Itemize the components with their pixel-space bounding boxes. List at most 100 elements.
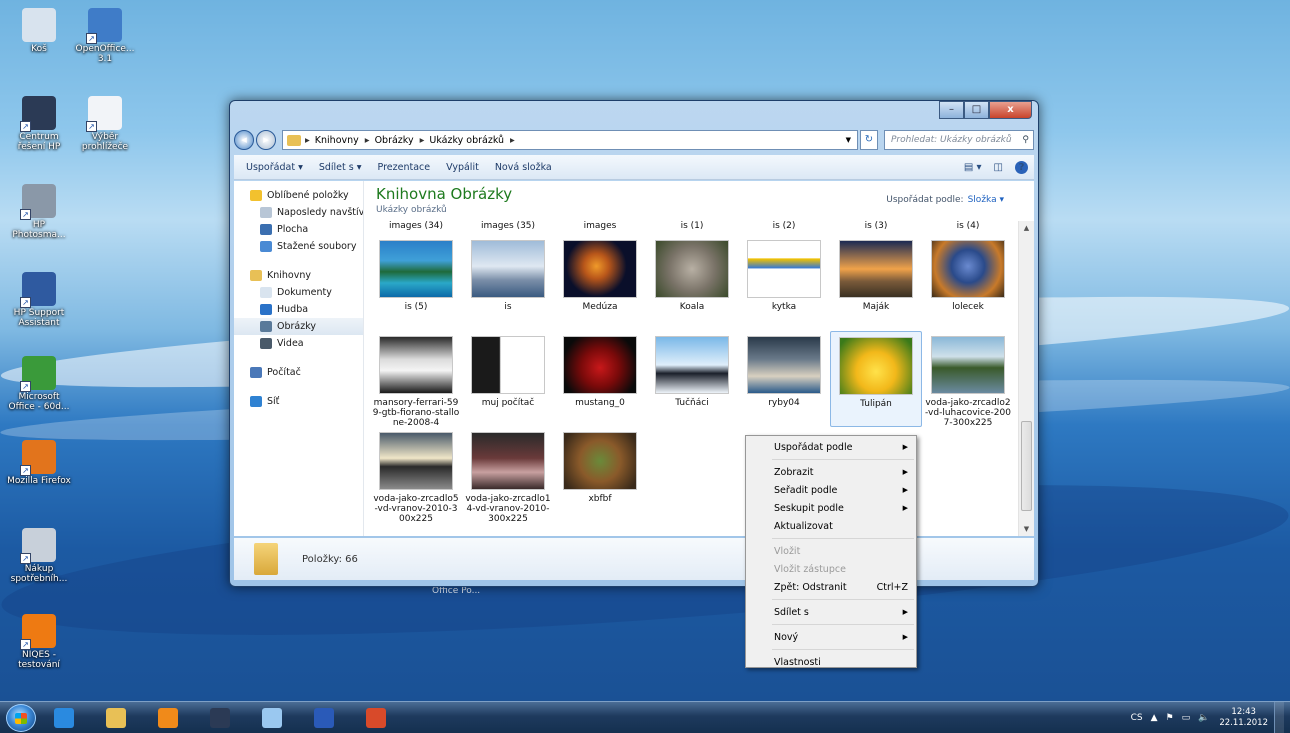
thumbnail-item[interactable]: kytka bbox=[738, 235, 830, 331]
desktop-icon-niqes[interactable]: ↗ NIQES - testování bbox=[6, 614, 72, 670]
slideshow-button[interactable]: Prezentace bbox=[370, 162, 439, 173]
thumbnail-item[interactable]: ryby04 bbox=[738, 331, 830, 427]
menu-item[interactable]: Nový ▶ bbox=[746, 628, 916, 646]
nav-item-desktop[interactable]: Plocha bbox=[234, 221, 363, 238]
nav-item-recent-places[interactable]: Naposledy navštívené bbox=[234, 204, 363, 221]
breadcrumb-separator[interactable]: ▸ bbox=[510, 135, 515, 146]
preview-pane-icon[interactable]: ◫ bbox=[994, 162, 1003, 173]
thumbnail-item[interactable]: voda-jako-zrcadlo2-vd-luhacovice-2007-30… bbox=[922, 331, 1014, 428]
forward-button[interactable]: ▸ bbox=[256, 130, 276, 150]
chevron-down-icon[interactable]: ▼ bbox=[846, 136, 851, 144]
desktop-icon-printer[interactable]: ↗ Nákup spotřebníh... bbox=[6, 528, 72, 584]
menu-item[interactable]: Seskupit podle ▶ bbox=[746, 499, 916, 517]
scroll-down-arrow-icon[interactable]: ▼ bbox=[1019, 522, 1034, 536]
nav-item-music[interactable]: Hudba bbox=[234, 301, 363, 318]
menu-item[interactable]: Zobrazit ▶ bbox=[746, 463, 916, 481]
library-title: Knihovna Obrázky bbox=[376, 185, 513, 203]
refresh-button[interactable]: ↻ bbox=[860, 130, 878, 150]
minimize-button[interactable]: – bbox=[939, 101, 964, 119]
thumbnail-item[interactable]: voda-jako-zrcadlo14-vd-vranov-2010-300x2… bbox=[462, 427, 554, 524]
maximize-button[interactable]: □ bbox=[964, 101, 989, 119]
thumbnail-item[interactable]: is bbox=[462, 235, 554, 331]
share-with-button[interactable]: Sdílet s ▾ bbox=[311, 162, 370, 173]
help-icon[interactable]: ? bbox=[1015, 160, 1028, 174]
desktop-icon-hp-support[interactable]: ↗ HP Support Assistant bbox=[6, 272, 72, 328]
menu-item[interactable]: Aktualizovat bbox=[746, 517, 916, 535]
desktop-icon-recycle-bin[interactable]: Koš bbox=[6, 8, 72, 54]
taskbar-paint[interactable] bbox=[252, 704, 292, 732]
library-subtitle: Ukázky obrázků bbox=[376, 205, 447, 215]
thumbnail-item[interactable]: Tulipán bbox=[830, 331, 922, 427]
taskbar-word[interactable] bbox=[304, 704, 344, 732]
back-button[interactable]: ◂ bbox=[234, 130, 254, 150]
thumbnail-caption: ryby04 bbox=[768, 398, 800, 408]
menu-item[interactable]: Zpět: Odstranit Ctrl+Z bbox=[746, 578, 916, 596]
thumbnail-item[interactable]: voda-jako-zrcadlo5-vd-vranov-2010-300x22… bbox=[370, 427, 462, 524]
volume-icon[interactable]: 🔈 bbox=[1198, 713, 1209, 723]
nav-item-downloads[interactable]: Stažené soubory bbox=[234, 238, 363, 255]
nav-item-network[interactable]: Síť bbox=[234, 393, 363, 410]
network-icon[interactable]: ▭ bbox=[1182, 713, 1191, 723]
start-button[interactable] bbox=[6, 704, 36, 732]
desktop-icon-ms-office[interactable]: ↗ Microsoft Office - 60d... bbox=[6, 356, 72, 412]
menu-item[interactable]: Vlastnosti bbox=[746, 653, 916, 671]
desktop-icon-firefox[interactable]: ↗ Mozilla Firefox bbox=[6, 440, 72, 486]
thumbnail-item[interactable]: Koala bbox=[646, 235, 738, 331]
scroll-up-arrow-icon[interactable]: ▲ bbox=[1019, 221, 1034, 235]
taskbar-media-player[interactable] bbox=[148, 704, 188, 732]
taskbar-internet-explorer[interactable] bbox=[44, 704, 84, 732]
menu-item[interactable]: Seřadit podle ▶ bbox=[746, 481, 916, 499]
burn-button[interactable]: Vypálit bbox=[438, 162, 487, 173]
search-input[interactable]: Prohledat: Ukázky obrázků ⚲ bbox=[884, 130, 1034, 150]
new-folder-button[interactable]: Nová složka bbox=[487, 162, 560, 173]
thumbnail-caption[interactable]: images (35) bbox=[462, 221, 554, 235]
thumbnail-item[interactable]: mustang_0 bbox=[554, 331, 646, 427]
taskbar-hp[interactable] bbox=[200, 704, 240, 732]
breadcrumb-ukazky-obrazku[interactable]: Ukázky obrázků bbox=[429, 135, 504, 146]
action-center-flag-icon[interactable]: ⚑ bbox=[1166, 713, 1174, 723]
thumbnail-item[interactable]: Tučňáci bbox=[646, 331, 738, 427]
show-hidden-icons-icon[interactable]: ▲ bbox=[1151, 713, 1158, 723]
taskbar-file-explorer[interactable] bbox=[96, 704, 136, 732]
thumbnail-item[interactable]: Maják bbox=[830, 235, 922, 331]
nav-item-pictures[interactable]: Obrázky bbox=[234, 318, 363, 335]
address-bar[interactable]: ▸ Knihovny ▸ Obrázky ▸ Ukázky obrázků ▸ … bbox=[282, 130, 858, 150]
thumbnail-caption[interactable]: is (3) bbox=[830, 221, 922, 235]
thumbnail-item[interactable]: muj počítač bbox=[462, 331, 554, 427]
nav-item-videos[interactable]: Videa bbox=[234, 335, 363, 352]
language-indicator[interactable]: CS bbox=[1131, 713, 1143, 723]
thumbnail-caption[interactable]: is (4) bbox=[922, 221, 1014, 235]
thumbnail-item[interactable]: lolecek bbox=[922, 235, 1014, 331]
thumbnail-item[interactable]: mansory-ferrari-599-gtb-fiorano-stallone… bbox=[370, 331, 462, 428]
desktop-icon-hp-logo[interactable]: ↗ Centrum řešení HP bbox=[6, 96, 72, 152]
thumbnail-caption[interactable]: is (2) bbox=[738, 221, 830, 235]
search-icon[interactable]: ⚲ bbox=[1022, 135, 1029, 145]
thumbnail-caption[interactable]: images bbox=[554, 221, 646, 235]
menu-item[interactable]: Sdílet s ▶ bbox=[746, 603, 916, 621]
vertical-scrollbar[interactable]: ▲ ▼ bbox=[1018, 221, 1034, 536]
thumbnail-item[interactable]: is (5) bbox=[370, 235, 462, 331]
thumbnail-item[interactable]: xbfbf bbox=[554, 427, 646, 523]
taskbar-office[interactable] bbox=[356, 704, 396, 732]
nav-item-libraries[interactable]: Knihovny bbox=[234, 267, 363, 284]
close-button[interactable]: x bbox=[989, 101, 1032, 119]
nav-item-star[interactable]: Oblíbené položky bbox=[234, 187, 363, 204]
nav-item-documents[interactable]: Dokumenty bbox=[234, 284, 363, 301]
menu-item[interactable]: Uspořádat podle ▶ bbox=[746, 438, 916, 456]
breadcrumb-knihovny[interactable]: Knihovny bbox=[315, 135, 359, 146]
thumbnail-caption[interactable]: is (1) bbox=[646, 221, 738, 235]
organize-button[interactable]: Uspořádat ▾ bbox=[238, 162, 311, 173]
desktop-icon-hp-photosmart[interactable]: ↗ HP Photosma... bbox=[6, 184, 72, 240]
arrange-by-dropdown[interactable]: Složka ▾ bbox=[968, 195, 1004, 205]
desktop-icon-openoffice[interactable]: ↗ OpenOffice... 3.1 bbox=[72, 8, 138, 64]
nav-item-computer[interactable]: Počítač bbox=[234, 364, 363, 381]
thumbnail-item[interactable]: Medúza bbox=[554, 235, 646, 331]
show-desktop-button[interactable] bbox=[1274, 702, 1284, 733]
change-view-icon[interactable]: ▤ ▾ bbox=[964, 162, 982, 173]
address-bar-row: ◂ ▸ ▸ Knihovny ▸ Obrázky ▸ Ukázky obrázk… bbox=[234, 128, 1034, 152]
breadcrumb-obrazky[interactable]: Obrázky bbox=[375, 135, 414, 146]
clock[interactable]: 12:43 22.11.2012 bbox=[1219, 707, 1268, 729]
scroll-thumb[interactable] bbox=[1021, 421, 1032, 511]
desktop-icon-browser-choice[interactable]: ↗ Výběr prohlížeče bbox=[72, 96, 138, 152]
thumbnail-caption[interactable]: images (34) bbox=[370, 221, 462, 235]
